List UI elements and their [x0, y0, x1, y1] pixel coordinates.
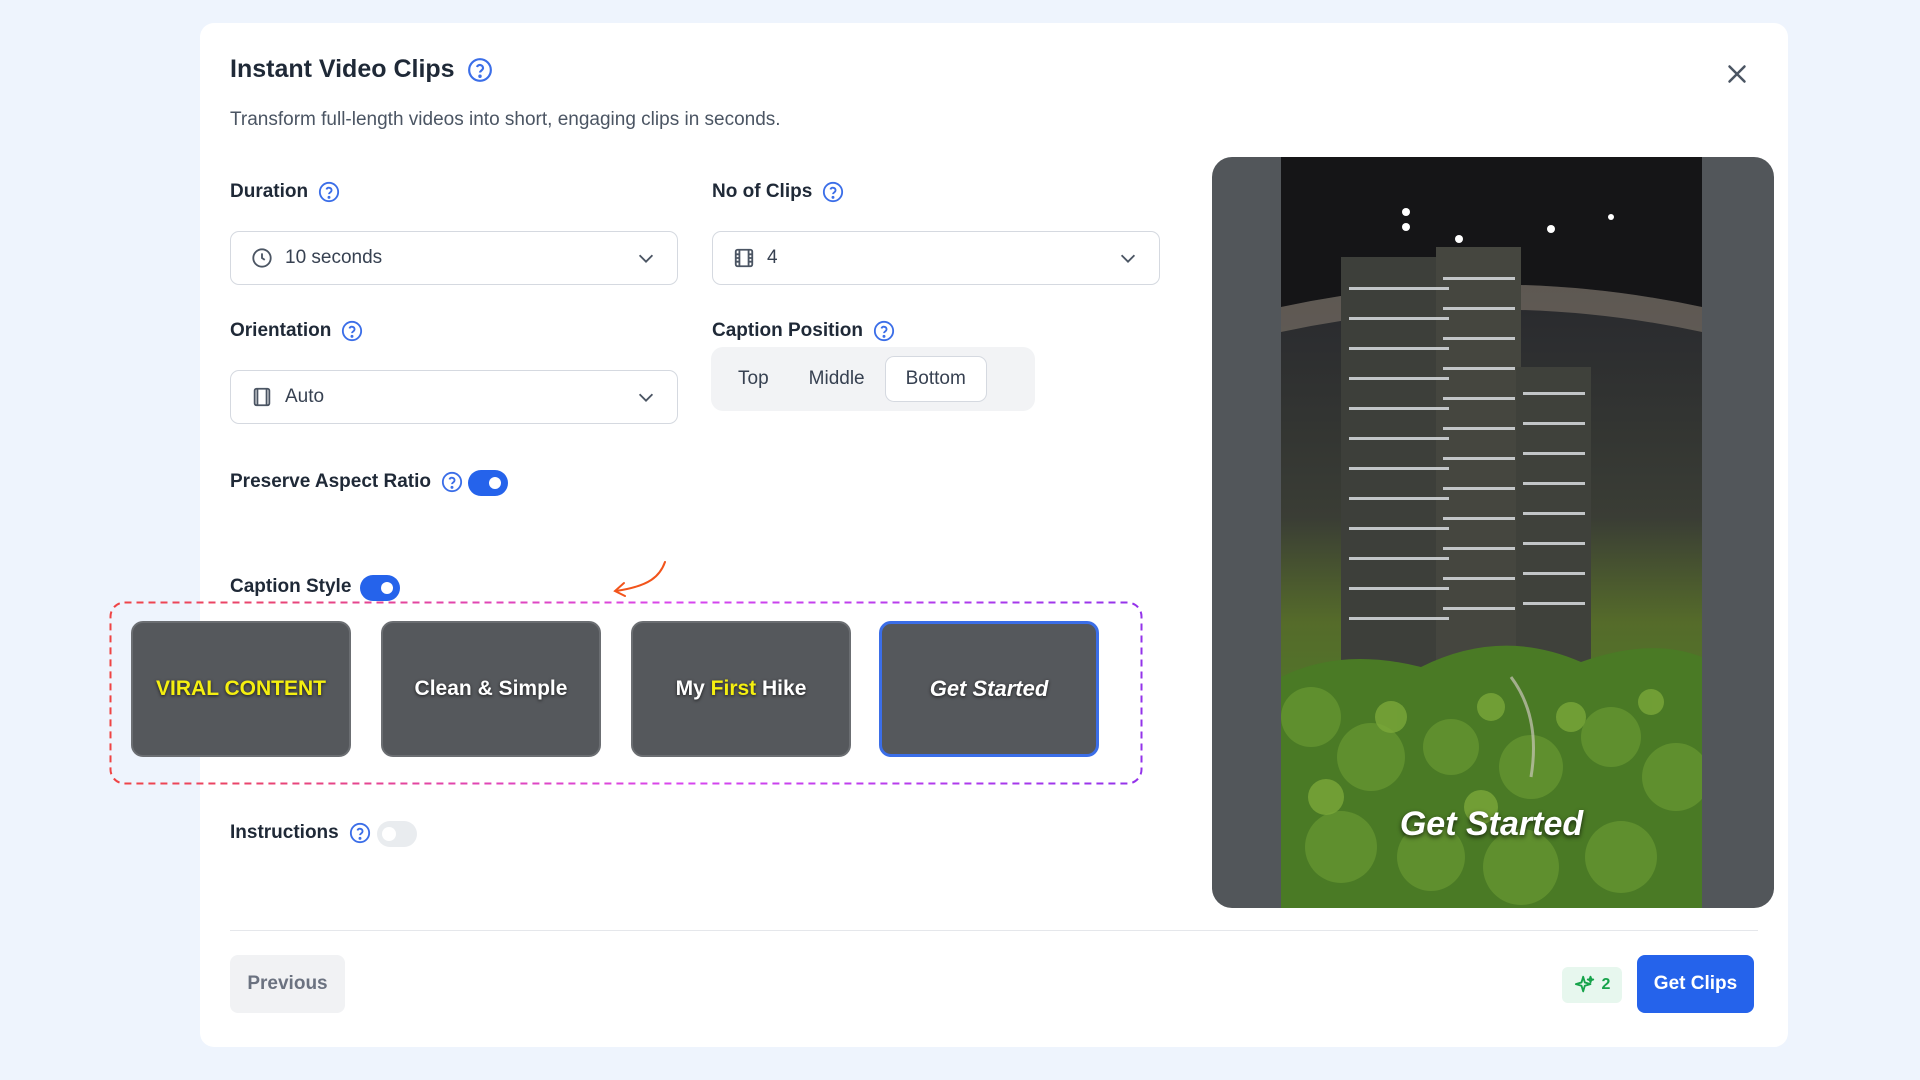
caption-style-text: Hike [762, 677, 807, 700]
credits-badge: 2 [1562, 967, 1622, 1003]
help-icon[interactable] [349, 822, 371, 844]
caption-style-text: My [675, 677, 705, 700]
preview-caption: Get Started [1399, 805, 1584, 843]
toggle-knob [382, 827, 396, 841]
chevron-down-icon [635, 386, 657, 408]
chevron-down-icon [1117, 247, 1139, 269]
footer-divider [230, 930, 1758, 931]
preserve-aspect-ratio-toggle[interactable] [468, 470, 508, 496]
building-model-illustration [1281, 157, 1702, 908]
preserve-aspect-ratio-label-text: Preserve Aspect Ratio [230, 471, 432, 492]
caption-styles-group: VIRAL CONTENT Clean & Simple My First Hi… [109, 601, 1143, 785]
clips-label: No of Clips [712, 181, 844, 203]
modal-subtitle: Transform full-length videos into short,… [230, 109, 781, 130]
caption-position-label: Caption Position [712, 320, 895, 342]
caption-style-clean-simple[interactable]: Clean & Simple [381, 621, 601, 757]
help-icon[interactable] [318, 181, 340, 203]
instructions-toggle[interactable] [377, 821, 417, 847]
instant-video-clips-modal: Instant Video Clips Transform full-lengt… [109, 23, 1788, 1047]
caption-position-bottom[interactable]: Bottom [884, 356, 987, 402]
sparkle-icon [1574, 975, 1594, 993]
instructions-label: Instructions [230, 822, 371, 844]
caption-style-highlight: First [710, 677, 757, 700]
caption-style-text: Clean & Simple [414, 677, 568, 700]
orientation-label: Orientation [230, 320, 363, 342]
help-icon[interactable] [467, 57, 493, 83]
close-icon [1728, 65, 1746, 83]
credits-count: 2 [1601, 976, 1611, 993]
caption-style-text: Get Started [929, 676, 1049, 701]
duration-label-text: Duration [230, 181, 309, 202]
caption-position-label-text: Caption Position [712, 320, 863, 341]
modal-title: Instant Video Clips [230, 55, 455, 83]
clips-select[interactable]: 4 [712, 231, 1160, 285]
previous-button[interactable]: Previous [230, 955, 345, 1013]
orientation-value: Auto [285, 386, 325, 407]
preview-image: Get Started [1281, 157, 1702, 908]
caption-style-viral-content[interactable]: VIRAL CONTENT [131, 621, 351, 757]
help-icon[interactable] [341, 320, 363, 342]
caption-style-text: VIRAL CONTENT [156, 677, 326, 700]
film-icon [733, 247, 755, 269]
close-button[interactable] [1722, 59, 1752, 89]
help-icon[interactable] [822, 181, 844, 203]
get-clips-button[interactable]: Get Clips [1637, 955, 1754, 1013]
caption-position-middle[interactable]: Middle [789, 356, 885, 402]
orientation-select[interactable]: Auto [230, 370, 678, 424]
duration-value: 10 seconds [285, 247, 383, 268]
toggle-knob [489, 477, 501, 489]
preserve-aspect-ratio-label: Preserve Aspect Ratio [230, 471, 463, 493]
caption-position-segment: Top Middle Bottom [711, 347, 1035, 411]
orientation-label-text: Orientation [230, 320, 332, 341]
instructions-label-text: Instructions [230, 822, 339, 843]
title-row: Instant Video Clips [230, 55, 493, 84]
caption-style-label: Caption Style [230, 576, 351, 598]
video-preview[interactable]: Get Started [1212, 157, 1774, 908]
clock-icon [251, 247, 273, 269]
orientation-icon [251, 386, 273, 408]
help-icon[interactable] [441, 471, 463, 493]
chevron-down-icon [635, 247, 657, 269]
duration-select[interactable]: 10 seconds [230, 231, 678, 285]
caption-style-label-text: Caption Style [230, 576, 352, 597]
clips-label-text: No of Clips [712, 181, 813, 202]
toggle-knob [381, 582, 393, 594]
clips-value: 4 [767, 247, 778, 268]
caption-style-get-started[interactable]: Get Started [879, 621, 1099, 757]
help-icon[interactable] [873, 320, 895, 342]
caption-position-top[interactable]: Top [718, 356, 789, 402]
caption-style-toggle[interactable] [360, 575, 400, 601]
caption-style-my-first-hike[interactable]: My First Hike [631, 621, 851, 757]
duration-label: Duration [230, 181, 340, 203]
